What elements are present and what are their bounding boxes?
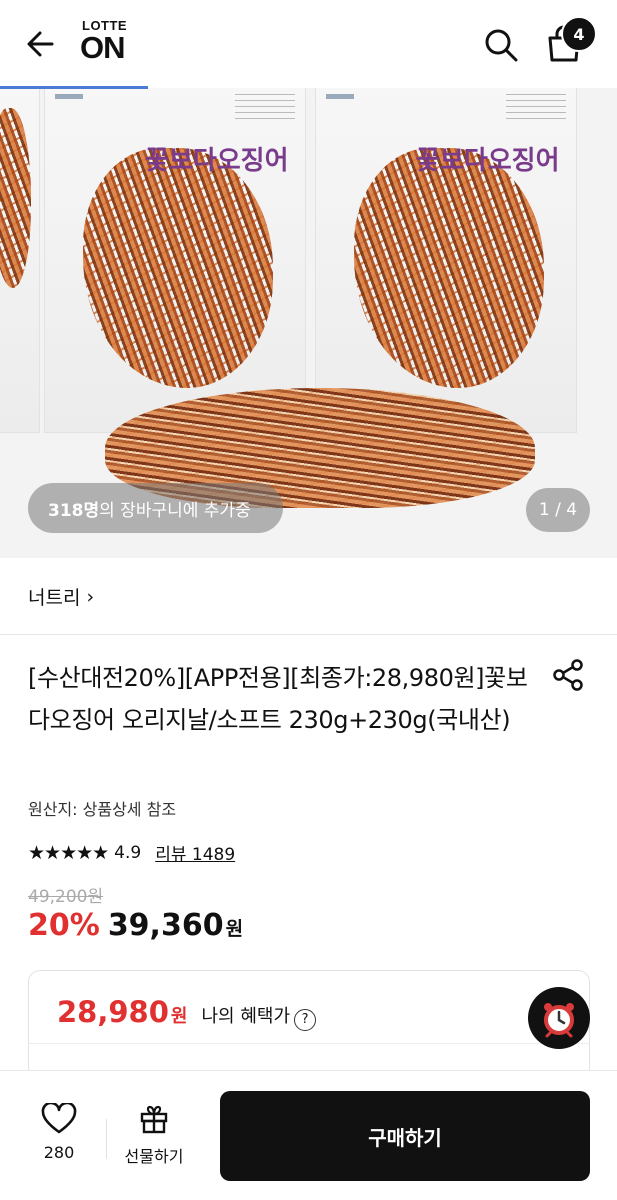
gift-button[interactable]: 선물하기	[116, 1103, 192, 1167]
image-progress-indicator	[0, 86, 148, 89]
cart-activity-pill: 318명 의 장바구니에 추가중	[28, 483, 283, 533]
buy-button[interactable]: 구매하기	[220, 1091, 590, 1181]
package-image-partial	[0, 88, 40, 433]
search-icon[interactable]	[482, 26, 520, 64]
logo-bottom-text: ON	[80, 30, 125, 65]
benefit-price: 28,980	[57, 995, 169, 1029]
like-count: 280	[43, 1143, 75, 1162]
package-brand-text: 꽃보다오징어	[416, 146, 560, 176]
rating-value: 4.9	[114, 842, 142, 863]
price-unit: 원	[225, 918, 244, 940]
gift-icon	[140, 1105, 168, 1134]
lotte-on-logo[interactable]: LOTTE ON	[80, 18, 140, 68]
package-brand-text: 꽃보다오징어	[145, 146, 289, 176]
package-image-left: 꽃보다오징어	[44, 88, 306, 433]
cart-count-badge: 4	[561, 16, 597, 52]
help-icon[interactable]: ?	[294, 1008, 317, 1031]
original-price: 49,200원	[28, 887, 104, 907]
share-icon[interactable]	[550, 657, 586, 693]
bottom-action-bar: 280 선물하기 구매하기	[0, 1070, 617, 1200]
price-row: 20% 39,360 원	[28, 908, 243, 943]
review-link[interactable]: 리뷰 1489	[155, 840, 235, 865]
section-divider	[0, 634, 617, 635]
app-header: LOTTE ON 4	[0, 0, 617, 89]
gift-label: 선물하기	[124, 1147, 184, 1166]
sale-price: 39,360	[107, 908, 224, 943]
image-counter: 1 / 4	[526, 488, 590, 532]
benefit-price-box[interactable]: 28,980 원 나의 혜택가 ?	[28, 970, 590, 1080]
alarm-clock-button[interactable]	[528, 987, 590, 1049]
heart-icon	[41, 1101, 77, 1134]
like-button[interactable]: 280	[28, 1101, 90, 1162]
seller-name: 너트리	[28, 587, 81, 609]
arrow-left-icon[interactable]	[22, 24, 62, 64]
benefit-price-unit: 원	[170, 1006, 188, 1027]
product-title: [수산대전20%][APP전용][최종가:28,980원]꽃보다오징어 오리지날…	[28, 664, 528, 734]
product-image-carousel[interactable]: 꽃보다오징어 꽃보다오징어 318명 의 장바구니에 추가중 1 / 4	[0, 88, 617, 558]
benefit-label: 나의 혜택가	[201, 1006, 291, 1027]
discount-rate: 20%	[28, 908, 100, 943]
product-origin: 원산지: 상품상세 참조	[28, 800, 177, 819]
chevron-right-icon: ›	[86, 585, 95, 608]
cart-activity-count: 318명	[48, 500, 100, 521]
benefit-divider	[29, 1043, 589, 1044]
cart-activity-text: 의 장바구니에 추가중	[99, 500, 251, 521]
alarm-clock-icon	[544, 1003, 574, 1038]
seller-link[interactable]: 너트리 ›	[28, 583, 94, 610]
bottom-divider	[106, 1119, 107, 1159]
star-rating-icon: ★★★★★	[28, 841, 109, 864]
package-image-right: 꽃보다오징어	[315, 88, 577, 433]
rating-row: ★★★★★ 4.9 리뷰 1489	[28, 840, 235, 866]
